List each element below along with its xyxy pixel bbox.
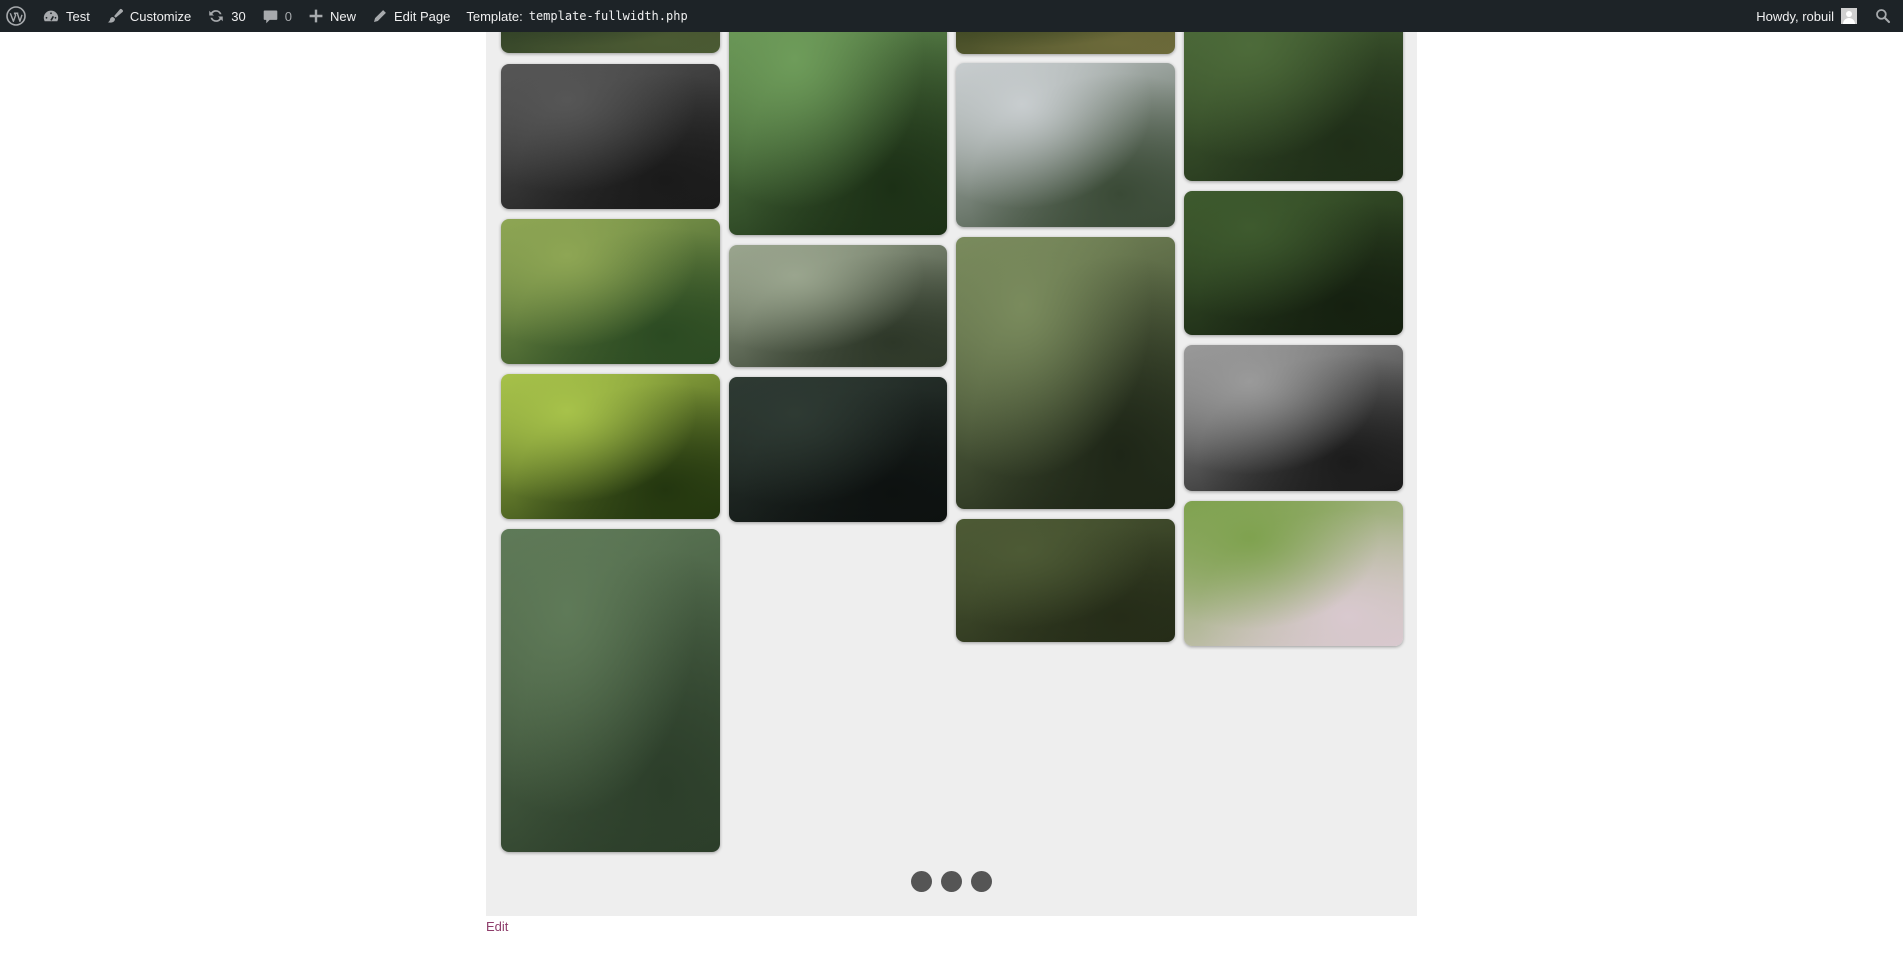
photo-bamboo-bw[interactable] xyxy=(1184,345,1403,491)
customize-label: Customize xyxy=(129,8,192,24)
search-icon xyxy=(1876,9,1891,24)
dashboard-icon xyxy=(43,10,59,22)
site-name-label: Test xyxy=(66,8,90,24)
paintbrush-icon xyxy=(107,8,123,23)
pagination-dot-1[interactable] xyxy=(911,871,932,892)
photo-tall-trees-green[interactable] xyxy=(501,219,720,364)
photo-dark-undergrowth[interactable] xyxy=(1184,191,1403,335)
photo-dark-fern[interactable] xyxy=(729,377,947,522)
edit-link[interactable]: Edit xyxy=(486,919,508,934)
greeting-text: Howdy, robuil xyxy=(1756,8,1834,24)
avatar xyxy=(1841,8,1857,24)
pencil-icon xyxy=(373,10,386,22)
updates-link[interactable]: 30 xyxy=(199,0,253,32)
template-info[interactable]: Template: template-fullwidth.php xyxy=(458,0,695,32)
admin-bar: Test Customize 30 0 New Edit Page Templa… xyxy=(0,0,1903,32)
updates-count: 30 xyxy=(231,8,246,24)
pagination-dot-3[interactable] xyxy=(971,871,992,892)
comments-link[interactable]: 0 xyxy=(254,0,300,32)
my-account-menu[interactable]: Howdy, robuil xyxy=(1748,0,1865,32)
photo-misty-dark-forest[interactable] xyxy=(501,64,720,209)
customize-link[interactable]: Customize xyxy=(98,0,199,32)
pagination-dots xyxy=(486,871,1417,892)
edit-page-link[interactable]: Edit Page xyxy=(364,0,458,32)
photo-forest-path[interactable] xyxy=(729,0,947,235)
gallery-section xyxy=(486,0,1417,916)
edit-page-label: Edit Page xyxy=(393,8,451,24)
photo-misty-valley[interactable] xyxy=(956,63,1175,227)
new-content-menu[interactable]: New xyxy=(300,0,364,32)
pagination-dot-2[interactable] xyxy=(941,871,962,892)
photo-bright-canopy[interactable] xyxy=(501,374,720,519)
new-label: New xyxy=(329,8,356,24)
plus-icon xyxy=(309,9,323,23)
updates-icon xyxy=(209,10,224,22)
wordpress-icon xyxy=(6,6,26,26)
photo-hiker-on-trail[interactable] xyxy=(501,529,720,852)
wordpress-logo-menu[interactable] xyxy=(0,0,34,32)
template-label: Template: xyxy=(466,8,523,24)
template-file-name: template-fullwidth.php xyxy=(528,9,688,23)
comments-count: 0 xyxy=(284,8,292,24)
search-button[interactable] xyxy=(1865,0,1903,32)
photo-palm-leaves[interactable] xyxy=(1184,501,1403,646)
site-name-menu[interactable]: Test xyxy=(34,0,98,32)
photo-waterfall-cliff[interactable] xyxy=(956,519,1175,642)
photo-person-in-jungle[interactable] xyxy=(956,237,1175,509)
comment-icon xyxy=(263,10,278,23)
photo-tree-canopy-sky[interactable] xyxy=(729,245,947,367)
